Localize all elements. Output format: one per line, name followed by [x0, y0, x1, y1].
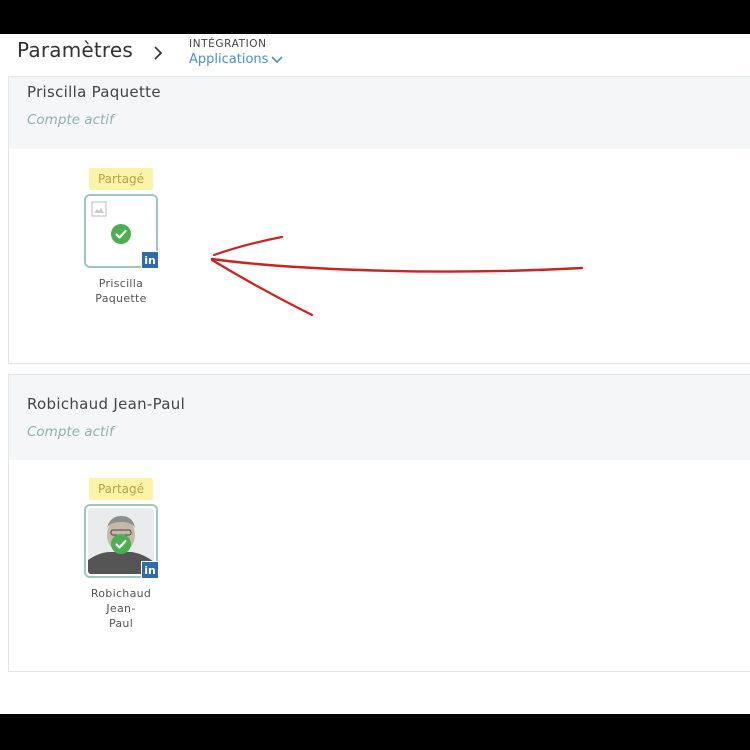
linkedin-icon: in [141, 561, 159, 579]
check-circle-icon [111, 224, 131, 244]
breadcrumb-section: INTÉGRATION [189, 38, 267, 50]
account-tile[interactable]: Partagé in Robichaud Jean- Paul [82, 478, 160, 631]
avatar[interactable]: in [84, 194, 159, 269]
page-title[interactable]: Paramètres [17, 38, 133, 62]
settings-screen: Paramètres INTÉGRATION Applications Pris… [0, 34, 750, 714]
account-name: Priscilla Paquette [27, 83, 161, 101]
account-status: Compte actif [27, 424, 114, 440]
account-status: Compte actif [27, 112, 114, 128]
account-tile-label: Robichaud Jean- Paul [90, 587, 152, 630]
account-card-body: Partagé in Priscilla Paquette [9, 149, 750, 363]
account-card-robichaud: Robichaud Jean-Paul Compte actif Partagé [8, 374, 750, 672]
shared-badge: Partagé [88, 478, 154, 500]
account-card-header: Robichaud Jean-Paul Compte actif [9, 375, 750, 460]
shared-badge: Partagé [88, 168, 154, 190]
linkedin-icon: in [141, 251, 159, 269]
account-card-body: Partagé in Robichaud Jean- Paul [9, 460, 750, 673]
chevron-down-icon [271, 55, 283, 63]
broken-image-icon [91, 201, 107, 217]
account-tile-label: Priscilla Paquette [95, 277, 147, 305]
account-name: Robichaud Jean-Paul [27, 395, 186, 413]
check-circle-icon [111, 534, 131, 554]
breadcrumb-applications-dropdown[interactable]: Applications [189, 52, 283, 67]
chevron-right-icon [154, 46, 163, 60]
account-card-header: Priscilla Paquette Compte actif [9, 77, 750, 149]
account-tile[interactable]: Partagé in Priscilla Paquette [82, 168, 160, 306]
breadcrumb-applications-label: Applications [189, 52, 269, 67]
account-card-priscilla: Priscilla Paquette Compte actif Partagé [8, 76, 750, 364]
avatar[interactable]: in [84, 504, 159, 579]
